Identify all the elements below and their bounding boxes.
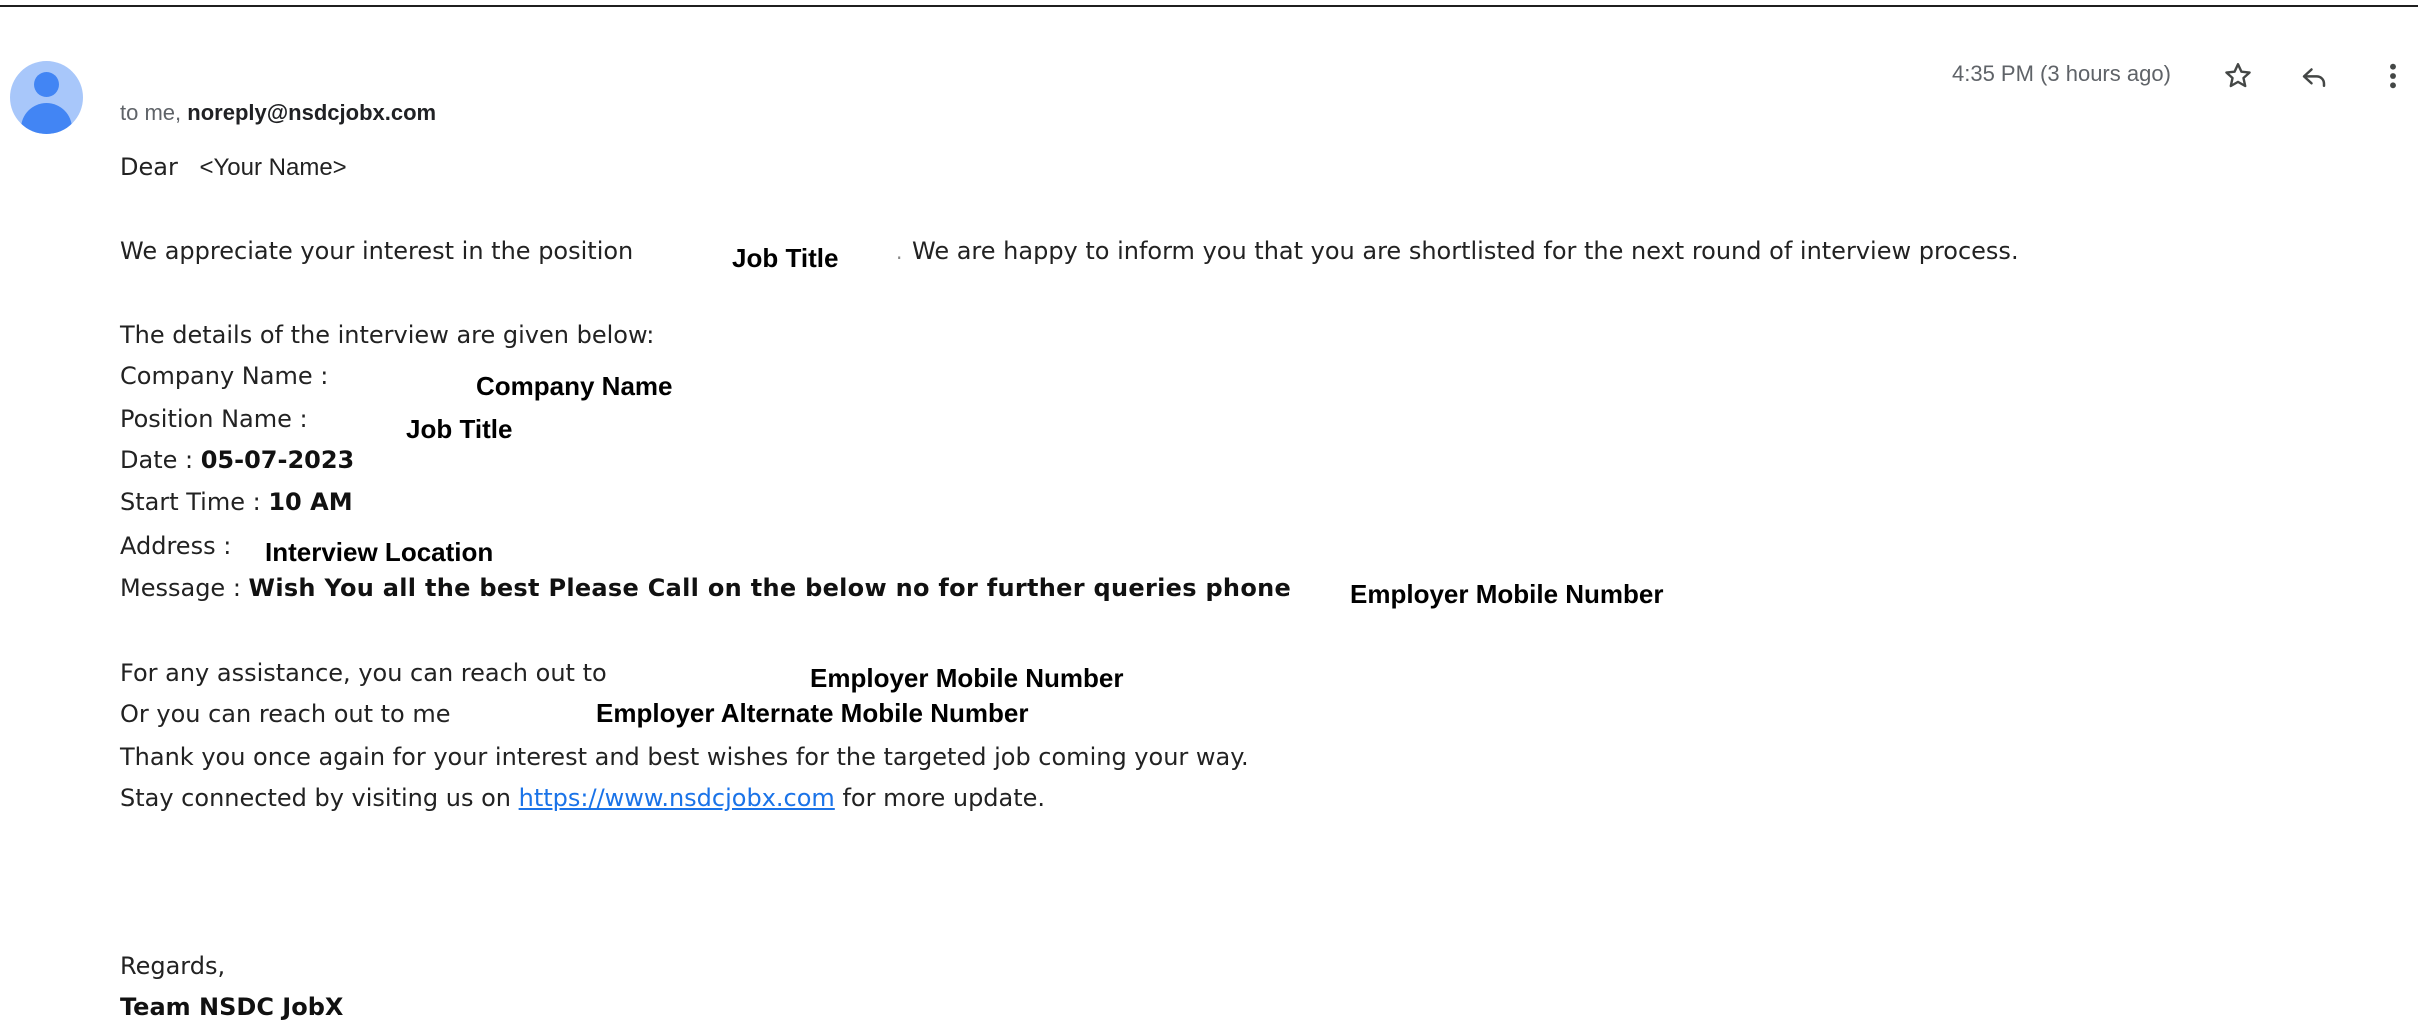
signature-text: Team NSDC JobX xyxy=(120,993,344,1021)
email-timestamp[interactable]: 4:35 PM (3 hours ago) xyxy=(1952,61,2171,87)
alternate-text: Or you can reach out to me xyxy=(120,700,451,728)
address-label: Address : xyxy=(120,532,232,560)
company-value: Company Name xyxy=(476,371,673,401)
intro-job-title: Job Title xyxy=(732,243,839,273)
message-label: Message : xyxy=(120,574,241,602)
start-time-label: Start Time : xyxy=(120,488,261,516)
date-line: Date : 05-07-2023 xyxy=(120,446,354,474)
connect-prefix: Stay connected by visiting us on xyxy=(120,784,511,812)
company-label: Company Name : xyxy=(120,362,329,390)
assistance-value: Employer Mobile Number xyxy=(810,663,1124,693)
position-label: Position Name : xyxy=(120,405,308,433)
greeting-word: Dear xyxy=(120,153,178,181)
recipient-prefix: to me, xyxy=(120,100,182,125)
details-heading: The details of the interview are given b… xyxy=(120,321,655,349)
website-link[interactable]: https://www.nsdcjobx.com xyxy=(519,784,835,812)
star-icon[interactable] xyxy=(2222,60,2254,92)
message-line: Message : Wish You all the best Please C… xyxy=(120,574,1291,602)
message-value: Wish You all the best Please Call on the… xyxy=(248,574,1292,602)
message-phone: Employer Mobile Number xyxy=(1350,579,1664,609)
reply-icon[interactable] xyxy=(2298,62,2330,92)
connect-suffix: for more update. xyxy=(842,784,1046,812)
avatar-body-shape xyxy=(21,103,72,134)
alternate-value: Employer Alternate Mobile Number xyxy=(596,698,1029,728)
address-value: Interview Location xyxy=(265,537,494,567)
sender-avatar[interactable] xyxy=(10,61,83,134)
recipient-name: <Your Name> xyxy=(199,154,347,181)
top-divider xyxy=(0,5,2418,7)
position-value: Job Title xyxy=(406,414,513,444)
thanks-line: Thank you once again for your interest a… xyxy=(120,743,1249,771)
avatar-head-shape xyxy=(34,72,59,97)
sender-email[interactable]: noreply@nsdcjobx.com xyxy=(187,100,436,125)
date-value: 05-07-2023 xyxy=(200,446,355,474)
connect-line: Stay connected by visiting us on https:/… xyxy=(120,784,1045,812)
intro-prefix: We appreciate your interest in the posit… xyxy=(120,237,634,265)
recipient-line: to me, noreply@nsdcjobx.com xyxy=(120,100,436,126)
intro-suffix: We are happy to inform you that you are … xyxy=(912,237,2019,265)
date-label: Date : xyxy=(120,446,194,474)
more-vert-icon[interactable] xyxy=(2381,60,2405,92)
greeting-line: Dear <Your Name> xyxy=(120,153,347,182)
intro-dot: . xyxy=(896,240,903,264)
start-time-line: Start Time : 10 AM xyxy=(120,488,353,516)
start-time-value: 10 AM xyxy=(268,488,353,516)
regards-text: Regards, xyxy=(120,952,226,980)
assistance-text: For any assistance, you can reach out to xyxy=(120,659,607,687)
